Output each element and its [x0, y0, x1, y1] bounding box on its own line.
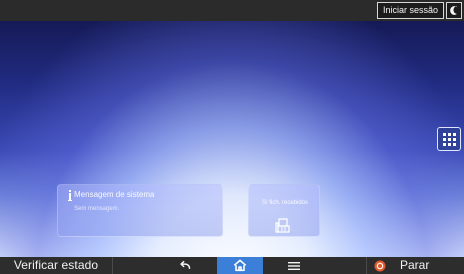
menu-button[interactable]: [278, 257, 310, 274]
bottom-bar: Verificar estado Parar: [0, 257, 464, 274]
system-message-title: Mensagem de sistema: [74, 190, 155, 199]
info-icon: [68, 190, 72, 201]
home-button[interactable]: [217, 257, 263, 274]
stop-button[interactable]: Parar: [366, 257, 464, 274]
fax-document-icon: [275, 218, 290, 233]
login-button[interactable]: Iniciar sessão: [376, 2, 444, 19]
back-button[interactable]: [168, 257, 202, 274]
system-message-text: Sem mensagem.: [74, 206, 120, 212]
bottom-divider: [112, 257, 113, 274]
back-arrow-icon: [180, 260, 191, 269]
home-icon: [233, 259, 247, 272]
screen: { "top_bar": { "login_label": "Iniciar s…: [0, 0, 464, 274]
moon-icon: [449, 6, 457, 15]
check-status-button[interactable]: Verificar estado: [0, 257, 112, 274]
system-message-widget[interactable]: Mensagem de sistema Sem mensagem.: [57, 184, 223, 237]
energy-saver-button[interactable]: [446, 2, 462, 19]
stop-label: Parar: [400, 258, 430, 272]
stop-icon: [374, 260, 386, 271]
menu-icon: [288, 261, 300, 270]
grid-icon: [442, 132, 456, 146]
received-files-title: S/ fich. recebidos: [261, 200, 309, 206]
top-bar: Iniciar sessão: [0, 0, 464, 21]
applications-button[interactable]: [437, 127, 461, 151]
top-actions: Iniciar sessão: [376, 2, 462, 19]
received-files-widget[interactable]: S/ fich. recebidos: [248, 184, 320, 237]
